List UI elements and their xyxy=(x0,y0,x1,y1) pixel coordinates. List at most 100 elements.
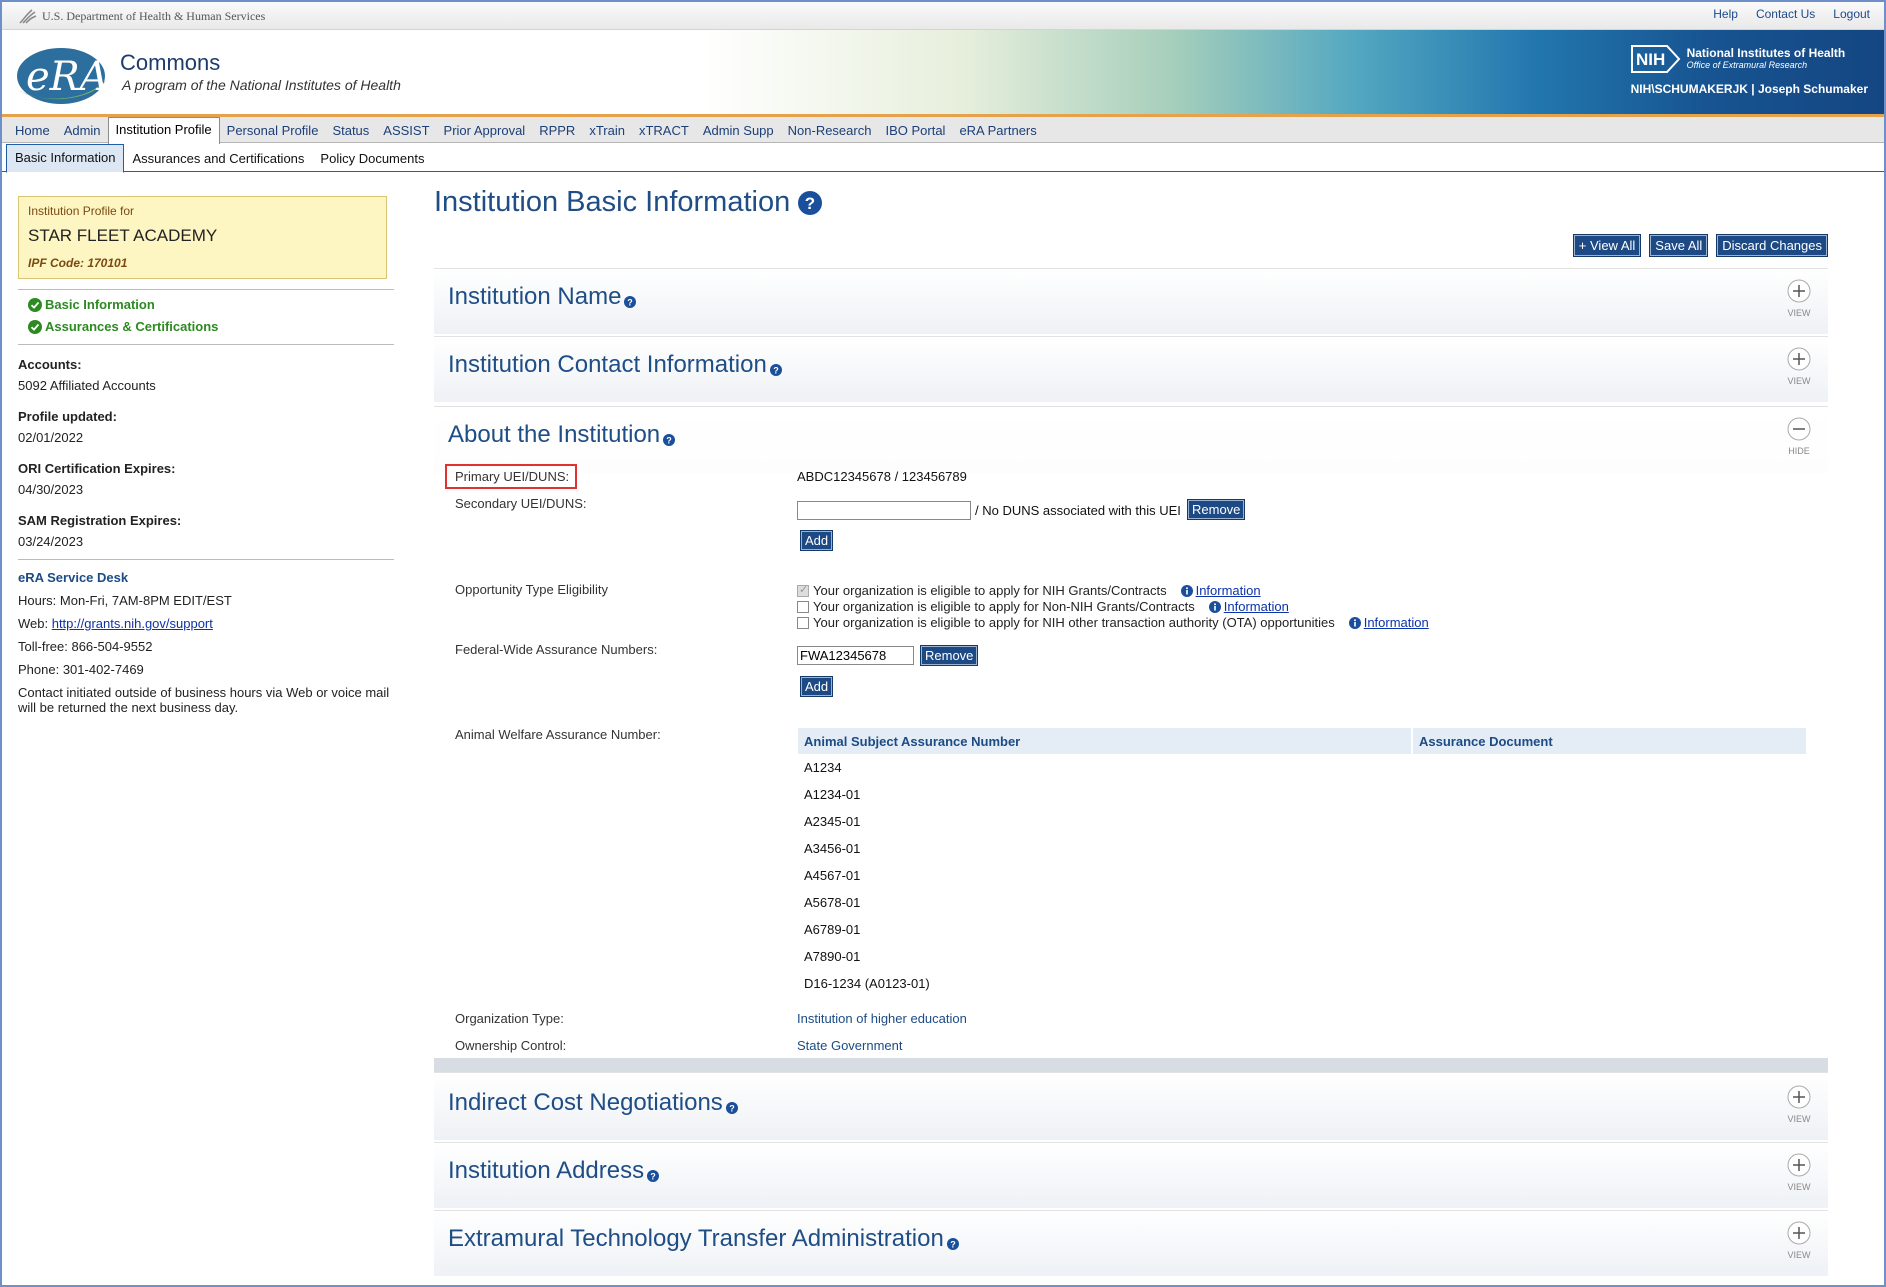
opportunity-non-nih-checkbox[interactable] xyxy=(797,600,809,613)
ipf-code: IPF Code: 170101 xyxy=(28,256,128,270)
check-circle-icon xyxy=(28,319,42,334)
nav-non-research[interactable]: Non-Research xyxy=(781,117,879,143)
view-all-button[interactable]: + View All xyxy=(1572,234,1642,257)
section-institution-contact[interactable]: Institution Contact Information ? VIEW xyxy=(434,336,1828,402)
secondary-uei-input[interactable] xyxy=(797,501,971,520)
secondary-duns-note: / No DUNS associated with this UEI xyxy=(975,503,1181,518)
nav-assist[interactable]: ASSIST xyxy=(376,117,436,143)
section-indirect-cost[interactable]: Indirect Cost Negotiations ? VIEW xyxy=(434,1072,1828,1140)
nav-ibo-portal[interactable]: IBO Portal xyxy=(878,117,952,143)
tab-assurances-certifications[interactable]: Assurances and Certifications xyxy=(124,144,312,172)
save-all-button[interactable]: Save All xyxy=(1649,234,1709,257)
view-toggle[interactable]: VIEW xyxy=(1784,347,1814,386)
service-desk-title: eRA Service Desk xyxy=(18,570,129,585)
support-link[interactable]: http://grants.nih.gov/support xyxy=(52,616,213,631)
info-icon xyxy=(1348,616,1361,629)
profile-updated-label: Profile updated: xyxy=(18,409,117,424)
section-title: Institution Address ? xyxy=(448,1157,660,1185)
help-question-icon[interactable]: ? xyxy=(798,190,823,215)
banner: eRA Commons A program of the National In… xyxy=(2,30,1884,114)
help-question-icon[interactable]: ? xyxy=(769,364,782,376)
help-question-icon[interactable]: ? xyxy=(663,434,676,446)
help-question-icon[interactable]: ? xyxy=(624,296,637,308)
view-toggle[interactable]: VIEW xyxy=(1784,1085,1814,1124)
check-circle-icon xyxy=(28,297,42,312)
table-row: A1234 xyxy=(804,760,842,775)
org-type-label: Organization Type: xyxy=(455,1011,564,1026)
nav-personal-profile[interactable]: Personal Profile xyxy=(220,117,326,143)
add-secondary-button[interactable]: Add xyxy=(800,530,834,551)
nih-block: NIH National Institutes of Health Office… xyxy=(1630,44,1868,96)
section-institution-address[interactable]: Institution Address ? VIEW xyxy=(434,1142,1828,1208)
animal-welfare-label: Animal Welfare Assurance Number: xyxy=(455,727,661,742)
sidebar-link-assurances[interactable]: Assurances & Certifications xyxy=(28,319,396,334)
svg-text:?: ? xyxy=(729,1104,735,1114)
fwa-input[interactable] xyxy=(797,646,914,665)
remove-secondary-button[interactable]: Remove xyxy=(1187,499,1246,520)
main-nav: Home Admin Institution Profile Personal … xyxy=(2,117,1884,144)
org-type-value: Institution of higher education xyxy=(797,1011,967,1026)
contact-us-link[interactable]: Contact Us xyxy=(1756,7,1815,21)
nav-xtract[interactable]: xTRACT xyxy=(632,117,696,143)
primary-uei-label: Primary UEI/DUNS: xyxy=(455,469,570,484)
ownership-label: Ownership Control: xyxy=(455,1038,567,1053)
information-link[interactable]: Information xyxy=(1180,583,1261,598)
table-row: D16-1234 (A0123-01) xyxy=(804,976,930,991)
section-title: About the Institution ? xyxy=(448,421,676,449)
nav-admin[interactable]: Admin xyxy=(57,117,108,143)
animal-assurance-table: Animal Subject Assurance Number Assuranc… xyxy=(798,728,1806,997)
view-toggle[interactable]: VIEW xyxy=(1784,1221,1814,1260)
tab-policy-documents[interactable]: Policy Documents xyxy=(312,144,432,172)
nav-admin-supp[interactable]: Admin Supp xyxy=(696,117,781,143)
nav-institution-profile[interactable]: Institution Profile xyxy=(107,117,220,144)
section-institution-name[interactable]: Institution Name ? VIEW xyxy=(434,268,1828,334)
discard-changes-button[interactable]: Discard Changes xyxy=(1716,234,1828,257)
sidebar: Institution Profile for STAR FLEET ACADE… xyxy=(18,196,396,715)
section-title: Indirect Cost Negotiations ? xyxy=(448,1089,738,1117)
nav-prior-approval[interactable]: Prior Approval xyxy=(437,117,533,143)
accounts-value: 5092 Affiliated Accounts xyxy=(18,378,156,393)
table-row: A3456-01 xyxy=(804,841,861,856)
plus-circle-icon xyxy=(1787,279,1811,303)
plus-circle-icon xyxy=(1787,347,1811,371)
table-row: A7890-01 xyxy=(804,949,861,964)
help-question-icon[interactable]: ? xyxy=(647,1170,660,1182)
profile-updated-value: 02/01/2022 xyxy=(18,430,84,445)
nav-home[interactable]: Home xyxy=(8,117,57,143)
nav-status[interactable]: Status xyxy=(325,117,376,143)
add-fwa-button[interactable]: Add xyxy=(800,676,834,697)
section-extramural-tech-transfer[interactable]: Extramural Technology Transfer Administr… xyxy=(434,1210,1828,1276)
era-logo: eRA xyxy=(17,48,109,104)
hhs-text: U.S. Department of Health & Human Servic… xyxy=(42,9,266,23)
service-desk-tollfree: Toll-free: 866-504-9552 xyxy=(18,639,153,654)
help-link[interactable]: Help xyxy=(1713,7,1738,21)
secondary-uei-label: Secondary UEI/DUNS: xyxy=(455,496,587,511)
nav-era-partners[interactable]: eRA Partners xyxy=(952,117,1043,143)
view-toggle[interactable]: VIEW xyxy=(1784,279,1814,318)
opportunity-nih-checkbox[interactable] xyxy=(797,583,809,597)
information-link[interactable]: Information xyxy=(1208,599,1289,614)
section-title: Extramural Technology Transfer Administr… xyxy=(448,1225,959,1253)
opportunity-ota-checkbox[interactable] xyxy=(797,616,809,629)
page-title: Institution Basic Information ? xyxy=(434,186,1828,219)
help-question-icon[interactable]: ? xyxy=(725,1102,738,1114)
logout-link[interactable]: Logout xyxy=(1833,7,1870,21)
divider xyxy=(18,289,394,290)
minus-circle-icon xyxy=(1787,417,1811,441)
view-toggle[interactable]: VIEW xyxy=(1784,1153,1814,1192)
hide-toggle[interactable]: HIDE xyxy=(1784,417,1814,456)
opportunity-nih: Your organization is eligible to apply f… xyxy=(797,583,1261,598)
sidebar-link-basic-information[interactable]: Basic Information xyxy=(28,297,396,312)
nav-rppr[interactable]: RPPR xyxy=(532,117,582,143)
svg-text:?: ? xyxy=(666,436,672,446)
tab-basic-information[interactable]: Basic Information xyxy=(6,144,125,173)
help-question-icon[interactable]: ? xyxy=(946,1238,959,1250)
primary-uei-value: ABDC12345678 / 123456789 xyxy=(797,469,967,484)
sidebar-link-label: Basic Information xyxy=(45,297,155,312)
nav-xtrain[interactable]: xTrain xyxy=(582,117,632,143)
service-desk-hours: Hours: Mon-Fri, 7AM-8PM EDIT/EST xyxy=(18,593,232,608)
sam-label: SAM Registration Expires: xyxy=(18,513,182,528)
information-link[interactable]: Information xyxy=(1348,615,1429,630)
remove-fwa-button[interactable]: Remove xyxy=(920,645,979,666)
commons-subtitle: A program of the National Institutes of … xyxy=(122,77,401,93)
